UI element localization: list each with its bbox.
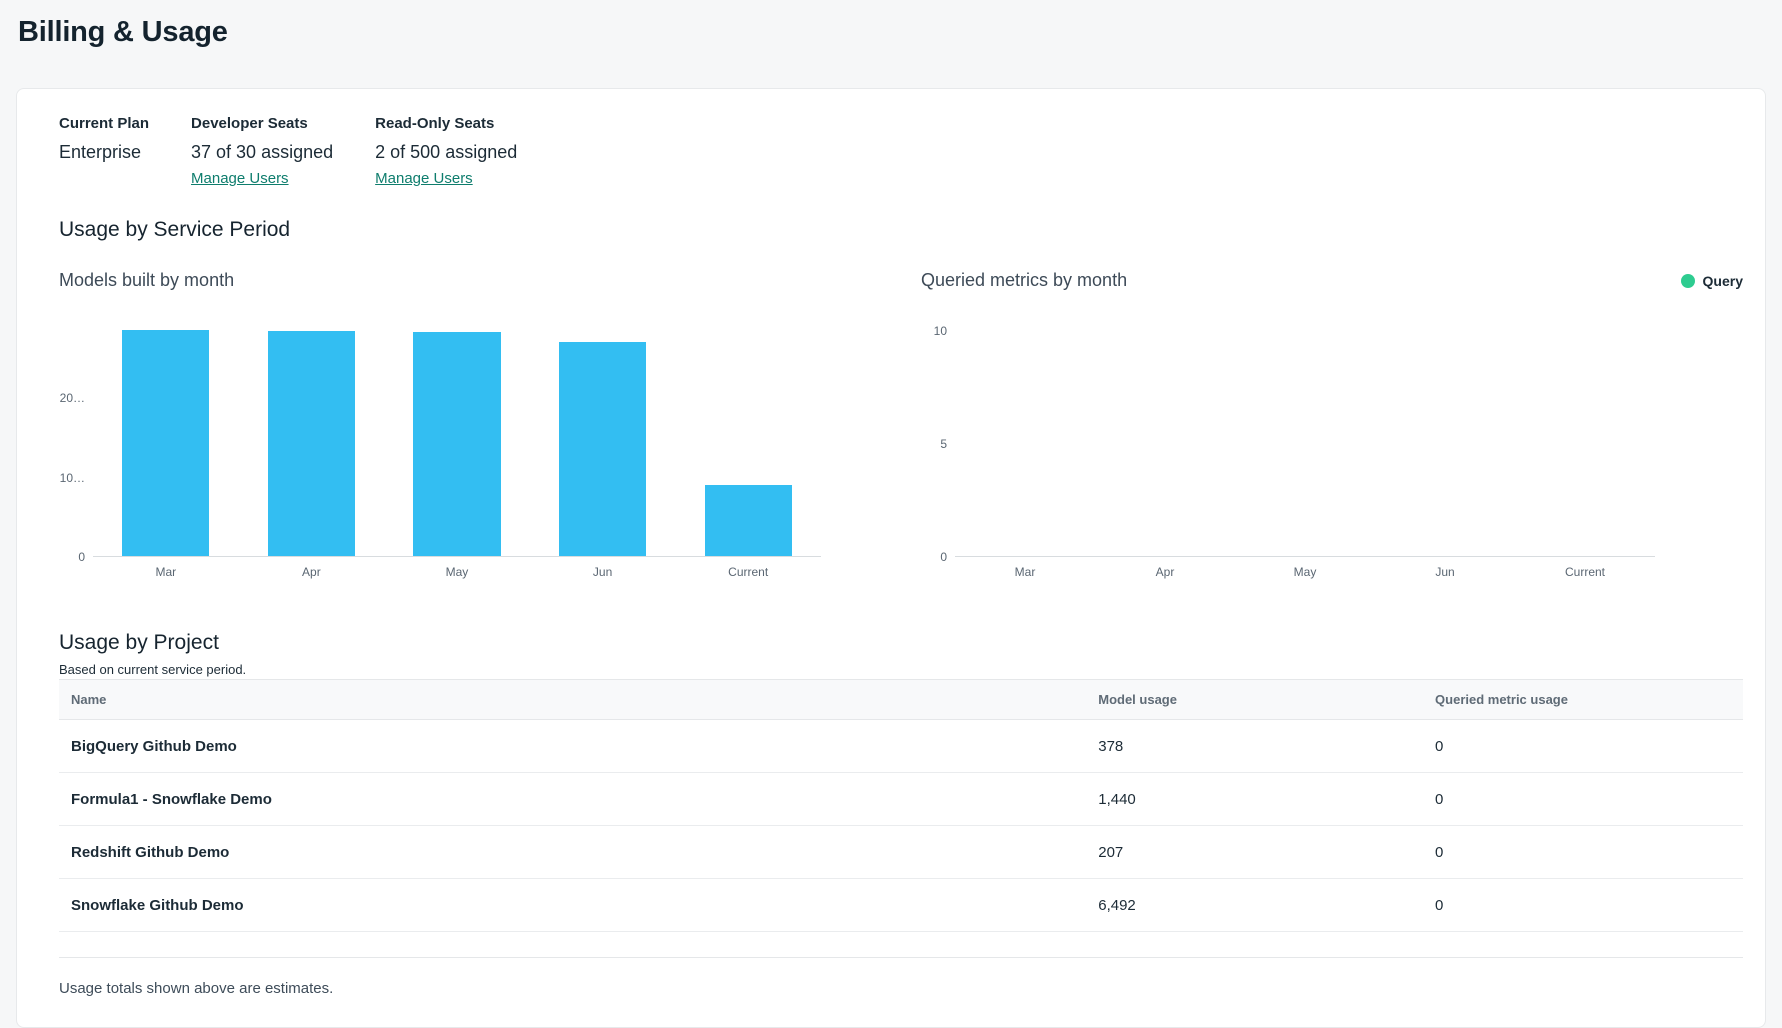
x-axis-label: May bbox=[1235, 565, 1375, 579]
cell-model-usage: 1,440 bbox=[1086, 773, 1423, 826]
current-plan-label: Current Plan bbox=[59, 115, 149, 132]
bar-slot bbox=[93, 331, 239, 556]
developer-seats-label: Developer Seats bbox=[191, 115, 333, 132]
usage-table-body: BigQuery Github Demo3780Formula1 - Snowf… bbox=[59, 720, 1743, 932]
bar bbox=[122, 330, 209, 556]
y-axis-label: 0 bbox=[940, 550, 947, 564]
cell-name: Redshift Github Demo bbox=[59, 826, 1086, 879]
y-axis-label: 5 bbox=[940, 437, 947, 451]
column-header-name: Name bbox=[59, 680, 1086, 720]
queried-metrics-chart: Queried metrics by month Query 0510 MarA… bbox=[921, 270, 1743, 579]
plan-summary: Current Plan Enterprise Developer Seats … bbox=[59, 115, 1743, 188]
table-footer-row bbox=[59, 932, 1743, 958]
models-chart-y-axis: 010…20… bbox=[59, 331, 93, 557]
usage-by-service-period-heading: Usage by Service Period bbox=[59, 218, 1743, 242]
queried-chart-x-axis: MarAprMayJunCurrent bbox=[955, 565, 1655, 579]
table-row: Redshift Github Demo2070 bbox=[59, 826, 1743, 879]
cell-name: BigQuery Github Demo bbox=[59, 720, 1086, 773]
x-axis-label: May bbox=[384, 565, 530, 579]
bar-slot bbox=[530, 331, 676, 556]
current-plan-value: Enterprise bbox=[59, 142, 149, 163]
cell-queried-metric-usage: 0 bbox=[1423, 773, 1743, 826]
cell-model-usage: 6,492 bbox=[1086, 879, 1423, 932]
cell-model-usage: 378 bbox=[1086, 720, 1423, 773]
column-header-queried-metric-usage: Queried metric usage bbox=[1423, 680, 1743, 720]
readonly-seats-label: Read-Only Seats bbox=[375, 115, 517, 132]
x-axis-label: Apr bbox=[239, 565, 385, 579]
bar bbox=[705, 485, 792, 556]
bar bbox=[268, 331, 355, 556]
developer-manage-users-link[interactable]: Manage Users bbox=[191, 170, 289, 187]
column-header-model-usage: Model usage bbox=[1086, 680, 1423, 720]
bar-slot bbox=[955, 331, 1095, 556]
x-axis-label: Jun bbox=[530, 565, 676, 579]
bar-slot bbox=[1235, 331, 1375, 556]
readonly-manage-users-link[interactable]: Manage Users bbox=[375, 170, 473, 187]
legend-label: Query bbox=[1703, 273, 1743, 289]
models-built-chart: Models built by month 0 10… 20… MarAprMayJ… bbox=[59, 270, 821, 579]
bar bbox=[413, 332, 500, 556]
queried-chart-plot bbox=[955, 331, 1655, 557]
table-row: BigQuery Github Demo3780 bbox=[59, 720, 1743, 773]
bar bbox=[559, 342, 646, 556]
models-built-chart-title: Models built by month bbox=[59, 270, 234, 291]
cell-name: Formula1 - Snowflake Demo bbox=[59, 773, 1086, 826]
queried-metrics-chart-title: Queried metrics by month bbox=[921, 270, 1127, 291]
x-axis-label: Apr bbox=[1095, 565, 1235, 579]
readonly-seats-block: Read-Only Seats 2 of 500 assigned Manage… bbox=[375, 115, 517, 188]
models-chart-x-axis: MarAprMayJunCurrent bbox=[93, 565, 821, 579]
chart-legend: Query bbox=[1681, 273, 1743, 289]
bar-slot bbox=[239, 331, 385, 556]
usage-by-project-subtitle: Based on current service period. bbox=[59, 662, 1743, 677]
bar-slot bbox=[384, 331, 530, 556]
developer-seats-value: 37 of 30 assigned bbox=[191, 142, 333, 163]
current-plan-block: Current Plan Enterprise bbox=[59, 115, 149, 188]
cell-queried-metric-usage: 0 bbox=[1423, 879, 1743, 932]
x-axis-label: Mar bbox=[93, 565, 239, 579]
y-axis-label: 20… bbox=[60, 391, 85, 405]
queried-chart-y-axis: 0510 bbox=[921, 331, 955, 557]
cell-model-usage: 207 bbox=[1086, 826, 1423, 879]
usage-by-project-heading: Usage by Project bbox=[59, 631, 1743, 655]
charts-row: Models built by month 010…20… MarAprMayJ… bbox=[59, 270, 1743, 579]
cell-name: Snowflake Github Demo bbox=[59, 879, 1086, 932]
developer-seats-block: Developer Seats 37 of 30 assigned Manage… bbox=[191, 115, 333, 188]
models-chart-plot bbox=[93, 331, 821, 557]
cell-queried-metric-usage: 0 bbox=[1423, 720, 1743, 773]
x-axis-label: Current bbox=[675, 565, 821, 579]
bar-slot bbox=[1375, 331, 1515, 556]
page-title: Billing & Usage bbox=[0, 0, 1782, 50]
bar-slot bbox=[675, 331, 821, 556]
table-header-row: Name Model usage Queried metric usage bbox=[59, 680, 1743, 720]
readonly-seats-value: 2 of 500 assigned bbox=[375, 142, 517, 163]
x-axis-label: Mar bbox=[955, 565, 1095, 579]
x-axis-label: Jun bbox=[1375, 565, 1515, 579]
table-row: Formula1 - Snowflake Demo1,4400 bbox=[59, 773, 1743, 826]
y-axis-label: 0 bbox=[78, 550, 85, 564]
y-axis-label: 10 bbox=[934, 324, 947, 338]
y-axis-label: 10… bbox=[60, 471, 85, 485]
billing-card: Current Plan Enterprise Developer Seats … bbox=[16, 88, 1766, 1028]
x-axis-label: Current bbox=[1515, 565, 1655, 579]
cell-queried-metric-usage: 0 bbox=[1423, 826, 1743, 879]
bar-slot bbox=[1515, 331, 1655, 556]
legend-dot-icon bbox=[1681, 274, 1695, 288]
table-row: Snowflake Github Demo6,4920 bbox=[59, 879, 1743, 932]
bar-slot bbox=[1095, 331, 1235, 556]
usage-by-project-table: Name Model usage Queried metric usage Bi… bbox=[59, 679, 1743, 958]
